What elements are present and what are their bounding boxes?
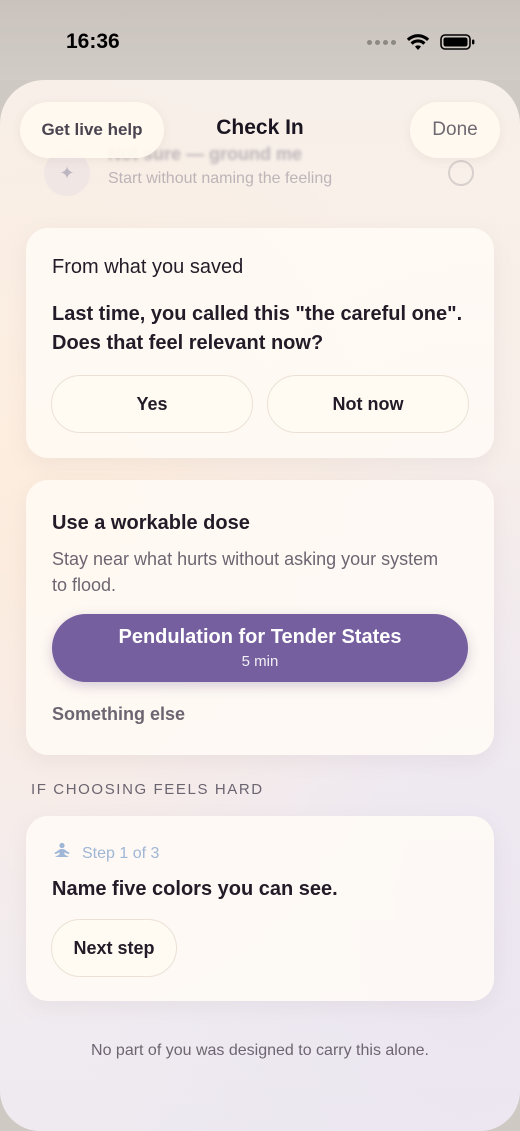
meditation-icon	[52, 842, 72, 865]
next-step-button[interactable]: Next step	[51, 919, 177, 977]
section-label: IF CHOOSING FEELS HARD	[31, 781, 264, 798]
something-else-link[interactable]: Something else	[52, 704, 185, 725]
saved-card-heading: From what you saved	[52, 256, 244, 278]
status-bar: 16:36	[0, 0, 520, 80]
practice-title: Pendulation for Tender States	[118, 626, 402, 648]
step-indicator: Step 1 of 3	[52, 842, 159, 865]
check-in-sheet: ✦ Not sure — ground me Start without nam…	[0, 80, 520, 1131]
step-counter: Step 1 of 3	[82, 844, 160, 862]
done-button[interactable]: Done	[410, 102, 500, 158]
workable-dose-card: Use a workable dose Stay near what hurts…	[26, 480, 494, 755]
cellular-signal-icon	[367, 39, 396, 45]
saved-memory-card: From what you saved Last time, you calle…	[26, 228, 494, 458]
dose-card-heading: Use a workable dose	[52, 512, 250, 534]
footer-message: No part of you was designed to carry thi…	[91, 1042, 429, 1059]
not-now-button[interactable]: Not now	[267, 375, 469, 433]
status-icons	[367, 33, 476, 51]
step-prompt: Name five colors you can see.	[52, 878, 338, 900]
pendulation-start-button[interactable]: Pendulation for Tender States 5 min	[52, 614, 468, 682]
battery-icon	[440, 34, 475, 50]
wifi-icon	[406, 34, 430, 50]
radio-button[interactable]	[448, 160, 474, 186]
practice-duration: 5 min	[241, 653, 279, 670]
yes-button[interactable]: Yes	[51, 375, 253, 433]
saved-card-question: Last time, you called this "the careful …	[52, 303, 463, 354]
grounding-step-card: Step 1 of 3 Name five colors you can see…	[26, 816, 494, 1001]
dose-card-body: Stay near what hurts without asking your…	[52, 549, 439, 595]
status-time: 16:36	[66, 30, 120, 53]
ground-me-subtitle: Start without naming the feeling	[108, 170, 333, 187]
